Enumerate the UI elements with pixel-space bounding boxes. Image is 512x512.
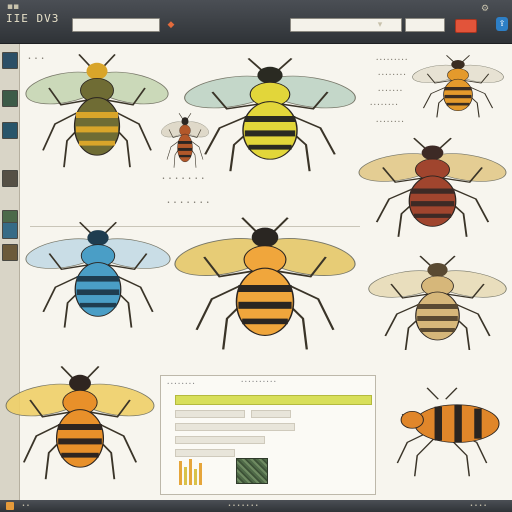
- status-bar: • • • • • • • • • • • • •: [0, 500, 512, 512]
- panel-field-2[interactable]: [251, 410, 291, 418]
- status-right: • • • •: [470, 503, 487, 509]
- status-icon: [6, 502, 14, 510]
- preview-thumbnail[interactable]: [236, 458, 268, 484]
- panel-field-1[interactable]: [175, 410, 245, 418]
- caption-mid-2: • • • • • • •: [167, 200, 211, 206]
- thumb-wasp[interactable]: [2, 90, 18, 107]
- highlight-bar[interactable]: [175, 395, 372, 405]
- thumb-bee[interactable]: [2, 52, 18, 69]
- panel-header-right: • • • • • • • • • •: [241, 379, 277, 384]
- filter-field-a[interactable]: [290, 18, 402, 32]
- thumb-fly[interactable]: [2, 222, 18, 239]
- mini-bar-chart: [179, 459, 202, 485]
- crawling-wasp-specimen[interactable]: [380, 386, 504, 480]
- action-button[interactable]: [455, 19, 477, 33]
- share-icon[interactable]: ⇪: [496, 17, 508, 31]
- status-left: • •: [22, 503, 30, 509]
- blue-fly-specimen[interactable]: [22, 220, 174, 332]
- golden-bee-specimen[interactable]: [170, 215, 360, 355]
- legend-line: • • • • • • • •: [376, 119, 404, 124]
- bookmark-icon[interactable]: ◆: [166, 18, 176, 32]
- legend-line: • • • • • • • • •: [376, 57, 408, 62]
- orange-wasp-specimen[interactable]: [355, 136, 510, 241]
- panel-field-3[interactable]: [175, 423, 295, 431]
- legend-line: • • • • • • • •: [378, 72, 406, 77]
- thumb-hornet[interactable]: [2, 244, 18, 261]
- hornet-specimen[interactable]: [410, 54, 506, 120]
- caption-mid: • • • • • • •: [162, 176, 206, 182]
- panel-field-4[interactable]: [175, 436, 265, 444]
- top-toolbar: IIE DV3 ◆ ▾ ⚙ ⇪ ▪▪: [0, 0, 512, 44]
- app-title: IIE DV3: [6, 12, 60, 25]
- thumb-beetle[interactable]: [2, 170, 18, 187]
- yellowjacket-specimen[interactable]: [180, 56, 360, 176]
- dropdown-icon[interactable]: ▾: [375, 18, 385, 32]
- window-controls-icon[interactable]: ▪▪: [4, 0, 22, 14]
- status-center: • • • • • • •: [228, 503, 259, 509]
- tiger-beetle-specimen[interactable]: [2, 364, 158, 484]
- thumb-moth[interactable]: [2, 122, 18, 139]
- settings-icon[interactable]: ⚙: [480, 2, 490, 16]
- honeybee-specimen[interactable]: [22, 52, 172, 172]
- pale-wasp-specimen[interactable]: [365, 254, 510, 354]
- filter-field-b[interactable]: [405, 18, 445, 32]
- legend-line: • • • • • • •: [378, 88, 403, 93]
- legend-line: • • • • • • • •: [370, 102, 398, 107]
- search-input[interactable]: [72, 18, 160, 32]
